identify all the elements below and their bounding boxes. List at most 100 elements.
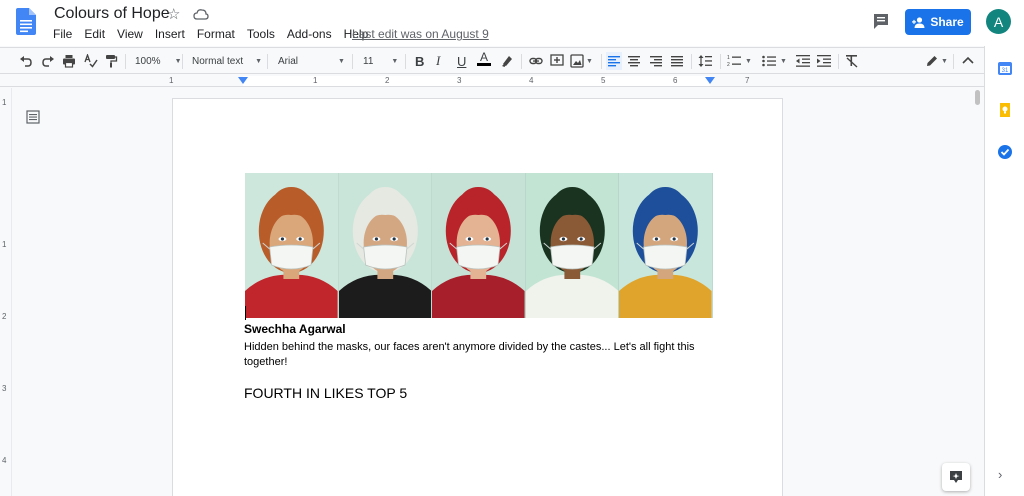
caret-down-icon: ▼ [586,57,593,65]
add-person-icon [912,16,925,28]
cloud-status-icon[interactable] [193,7,209,21]
menu-tools[interactable]: Tools [247,27,275,41]
ruler-number: 7 [745,76,750,85]
ruler-number: 1 [2,98,7,107]
menu-insert[interactable]: Insert [155,27,185,41]
document-outline-icon[interactable] [26,110,40,124]
last-edit-link[interactable]: Last edit was on August 9 [352,27,489,41]
clear-formatting-icon[interactable] [845,52,859,70]
portrait-panel [432,173,526,318]
menu-bar: File Edit View Insert Format Tools Add-o… [53,27,380,41]
font-value: Arial [278,55,299,67]
insert-link-icon[interactable] [529,52,543,70]
justify-icon[interactable] [671,52,683,70]
line-spacing-icon[interactable] [698,52,712,70]
numbered-list-icon[interactable]: 12 ▼ [727,52,752,70]
portrait-panel [619,173,713,318]
style-select[interactable]: Normal text ▼ [192,52,262,70]
explore-icon [950,471,962,483]
comment-history-icon[interactable] [872,12,890,30]
keep-icon[interactable] [997,102,1013,118]
vertical-ruler[interactable]: 1 1 2 3 4 [0,88,12,496]
menu-edit[interactable]: Edit [84,27,105,41]
bulleted-list-icon[interactable]: ▼ [762,52,787,70]
artwork-description: Hidden behind the masks, our faces aren'… [244,341,695,368]
align-center-icon[interactable] [628,52,640,70]
ruler-number: 1 [2,240,7,249]
undo-icon[interactable] [19,52,33,70]
chevron-right-icon[interactable]: › [998,467,1002,482]
portrait-panel [525,173,620,318]
svg-text:1: 1 [727,55,730,61]
spellcheck-icon[interactable] [84,52,98,70]
paint-format-icon[interactable] [104,52,118,70]
caret-down-icon: ▼ [338,57,345,65]
font-size-value: 11 [363,55,374,67]
font-size-select[interactable]: 11 ▼ [363,52,398,70]
section-heading: FOURTH IN LIKES TOP 5 [244,385,408,401]
align-left-icon[interactable] [606,52,622,70]
explore-button[interactable] [942,463,970,491]
ruler-number: 3 [457,76,462,85]
caret-down-icon: ▼ [941,57,948,65]
ruler-number: 4 [2,456,7,465]
document-title[interactable]: Colours of Hope [54,5,170,23]
zoom-select[interactable]: 100% ▼ [135,52,182,70]
ruler-number: 1 [313,76,318,85]
menu-view[interactable]: View [117,27,143,41]
caret-down-icon: ▼ [255,57,263,65]
horizontal-ruler[interactable]: 1 1 2 3 4 5 6 7 [0,75,984,87]
ruler-number: 2 [385,76,390,85]
ruler-number: 3 [2,384,7,393]
menu-addons[interactable]: Add-ons [287,27,332,41]
caret-down-icon: ▼ [391,57,399,65]
zoom-value: 100% [135,55,161,67]
document-page[interactable]: Swechha Agarwal Hidden behind the masks,… [172,98,783,496]
collapse-menus-icon[interactable] [962,52,974,70]
share-button[interactable]: Share [905,9,971,35]
font-select[interactable]: Arial ▼ [278,52,345,70]
caret-down-icon: ▼ [745,57,752,65]
decrease-indent-icon[interactable] [796,52,810,70]
portrait-panel [338,173,433,318]
tasks-icon[interactable] [997,144,1013,160]
caret-down-icon: ▼ [174,57,182,65]
docs-logo-icon[interactable] [16,8,36,35]
svg-text:2: 2 [727,62,730,68]
redo-icon[interactable] [41,52,55,70]
star-icon[interactable]: ☆ [167,5,180,23]
caret-down-icon: ▼ [780,57,787,65]
insert-image-icon[interactable]: ▼ [570,52,593,70]
editing-mode-icon[interactable]: ▼ [925,52,948,70]
ruler-number: 1 [169,76,174,85]
author-name: Swechha Agarwal [244,322,346,336]
add-comment-icon[interactable] [550,52,564,70]
highlight-color-icon[interactable] [500,52,514,70]
print-icon[interactable] [62,52,76,70]
menu-file[interactable]: File [53,27,72,41]
artwork-image[interactable] [245,173,713,318]
increase-indent-icon[interactable] [817,52,831,70]
ruler-number: 6 [673,76,678,85]
align-right-icon[interactable] [650,52,662,70]
side-panel: 31 [984,46,1024,496]
ruler-number: 5 [601,76,606,85]
bold-icon[interactable]: B [415,52,424,70]
scrollbar[interactable] [974,88,982,496]
italic-icon[interactable]: I [436,52,440,70]
underline-icon[interactable]: U [457,52,466,70]
right-indent-marker[interactable] [705,77,715,84]
ruler-number: 4 [529,76,534,85]
share-label: Share [930,15,964,29]
left-indent-marker[interactable] [238,77,248,84]
menu-format[interactable]: Format [197,27,235,41]
text-color-icon[interactable]: A [477,50,491,68]
account-avatar[interactable]: A [986,9,1011,34]
scrollbar-thumb[interactable] [975,90,980,105]
calendar-icon[interactable]: 31 [997,60,1013,76]
svg-text:31: 31 [1002,68,1009,74]
toolbar: 100% ▼ Normal text ▼ Arial ▼ 11 ▼ B I U A ▼ [0,47,984,74]
style-value: Normal text [192,55,244,67]
text-cursor [245,306,246,320]
portrait-panel [245,173,339,318]
